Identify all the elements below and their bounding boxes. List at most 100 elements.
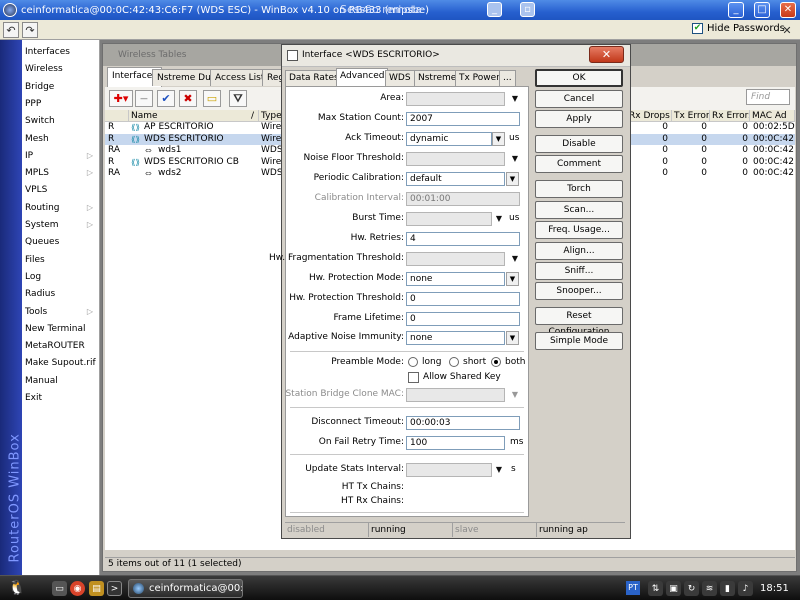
undo-icon[interactable]: ↶ xyxy=(3,22,19,38)
sidebar-item-ip[interactable]: IP ▷ xyxy=(25,149,97,163)
column-header-tx-errors[interactable]: Tx Errors xyxy=(672,110,710,122)
tab-wds[interactable]: WDS xyxy=(385,70,415,86)
sidebar-item-files[interactable]: Files xyxy=(25,253,97,267)
tab-tx-power[interactable]: Tx Power xyxy=(455,70,504,86)
noise-floor-threshold-field[interactable] xyxy=(406,152,505,166)
sidebar-item-routing[interactable]: Routing ▷ xyxy=(25,201,97,215)
disable-icon[interactable]: ✖ xyxy=(179,90,197,107)
disconnect-timeout-field[interactable]: 00:00:03 xyxy=(406,416,520,430)
sidebar-item-vpls[interactable]: VPLS xyxy=(25,183,97,197)
cancel-button[interactable]: Cancel xyxy=(535,90,623,108)
noise-floor-dropdown-icon[interactable]: ▼ xyxy=(510,154,520,164)
remote-restore-icon[interactable]: ▫ xyxy=(520,2,535,17)
frame-lifetime-field[interactable]: 0 xyxy=(406,312,520,326)
taskbar-winbox-item[interactable]: ceinformatica@00:0... xyxy=(128,579,243,598)
column-header-rx-errors[interactable]: Rx Errors xyxy=(710,110,750,122)
linux-start-icon[interactable]: 🐧 xyxy=(8,579,26,597)
torch-button[interactable]: Torch xyxy=(535,180,623,198)
burst-time-dropdown-icon[interactable]: ▼ xyxy=(494,214,504,224)
hw-protection-threshold-field[interactable]: 0 xyxy=(406,292,520,306)
battery-tray-icon[interactable]: ▮ xyxy=(720,581,735,596)
find-input[interactable]: Find xyxy=(746,89,790,105)
freq-usage-button[interactable]: Freq. Usage... xyxy=(535,221,623,239)
area-dropdown-icon[interactable]: ▼ xyxy=(510,94,520,104)
hide-passwords-toggle[interactable]: ✔ Hide Passwords xyxy=(692,23,785,34)
preamble-both-radio[interactable] xyxy=(491,357,501,367)
ok-button[interactable]: OK xyxy=(535,69,623,87)
snooper-button[interactable]: Snooper... xyxy=(535,282,623,300)
hw-protection-mode-dropdown-icon[interactable]: ▼ xyxy=(506,272,519,286)
burst-time-field[interactable] xyxy=(406,212,492,226)
tab-advanced[interactable]: Advanced xyxy=(336,68,389,87)
tab-nstreme[interactable]: Nstreme xyxy=(414,70,461,86)
periodic-calibration-field[interactable]: default xyxy=(406,172,505,186)
sidebar-item-new-terminal[interactable]: New Terminal xyxy=(25,322,97,336)
display-tray-icon[interactable]: ▣ xyxy=(666,581,681,596)
tab-more[interactable]: ... xyxy=(499,70,516,86)
sidebar-item-queues[interactable]: Queues xyxy=(25,235,97,249)
sidebar-item-ppp[interactable]: PPP xyxy=(25,97,97,111)
area-field[interactable] xyxy=(406,92,505,106)
preamble-long-radio[interactable] xyxy=(408,357,418,367)
language-indicator[interactable]: PT xyxy=(626,581,640,595)
sidebar-item-manual[interactable]: Manual xyxy=(25,374,97,388)
redo-icon[interactable]: ↷ xyxy=(22,22,38,38)
sidebar-item-interfaces[interactable]: Interfaces xyxy=(25,45,97,59)
adaptive-noise-immunity-dropdown-icon[interactable]: ▼ xyxy=(506,331,519,345)
hw-protection-mode-field[interactable]: none xyxy=(406,272,505,286)
files-icon[interactable]: ▤ xyxy=(89,581,104,596)
max-station-count-field[interactable]: 2007 xyxy=(406,112,520,126)
column-header-mac-address[interactable]: MAC Ad xyxy=(750,110,795,122)
scan-button[interactable]: Scan... xyxy=(535,201,623,219)
sidebar-item-mpls[interactable]: MPLS ▷ xyxy=(25,166,97,180)
allow-shared-key-checkbox[interactable] xyxy=(408,372,419,383)
comment-icon[interactable]: ▭ xyxy=(203,90,221,107)
ack-timeout-field[interactable]: dynamic xyxy=(406,132,492,146)
desktop-icon[interactable]: ▭ xyxy=(52,581,67,596)
update-stats-interval-field[interactable] xyxy=(406,463,492,477)
sidebar-item-switch[interactable]: Switch xyxy=(25,114,97,128)
column-header-rx-drops[interactable]: Rx Drops xyxy=(627,110,672,122)
toolbar-close-icon[interactable]: ✕ xyxy=(780,23,794,37)
sidebar-item-mesh[interactable]: Mesh xyxy=(25,132,97,146)
apply-button[interactable]: Apply xyxy=(535,110,623,128)
preamble-short-radio[interactable] xyxy=(449,357,459,367)
maximize-button[interactable]: □ xyxy=(754,2,770,18)
hw-retries-field[interactable]: 4 xyxy=(406,232,520,246)
browser-icon[interactable]: ◉ xyxy=(70,581,85,596)
tab-access-list[interactable]: Access List xyxy=(210,69,270,86)
on-fail-retry-time-field[interactable]: 100 xyxy=(406,436,505,450)
close-button[interactable]: ✕ xyxy=(780,2,796,18)
simple-mode-button[interactable]: Simple Mode xyxy=(535,332,623,350)
minimize-button[interactable]: _ xyxy=(728,2,744,18)
enable-icon[interactable]: ✔ xyxy=(157,90,175,107)
remote-minimize-icon[interactable]: _ xyxy=(487,2,502,17)
update-tray-icon[interactable]: ↻ xyxy=(684,581,699,596)
column-header-name[interactable]: Name / xyxy=(129,110,259,122)
hide-passwords-checkbox[interactable]: ✔ xyxy=(692,23,703,34)
sidebar-item-metarouter[interactable]: MetaROUTER xyxy=(25,339,97,353)
remove-icon[interactable]: − xyxy=(135,90,153,107)
column-header-type[interactable]: Type xyxy=(259,110,283,122)
network-tray-icon[interactable]: ⇅ xyxy=(648,581,663,596)
sidebar-item-radius[interactable]: Radius xyxy=(25,287,97,301)
reset-configuration-button[interactable]: Reset Configuration xyxy=(535,307,623,337)
sidebar-item-exit[interactable]: Exit xyxy=(25,391,97,405)
filter-icon[interactable]: ⛛ xyxy=(229,90,247,107)
comment-button[interactable]: Comment xyxy=(535,155,623,173)
sidebar-item-system[interactable]: System ▷ xyxy=(25,218,97,232)
hw-fragmentation-threshold-field[interactable] xyxy=(406,252,505,266)
sniff-button[interactable]: Sniff... xyxy=(535,262,623,280)
sidebar-item-bridge[interactable]: Bridge xyxy=(25,80,97,94)
tab-data-rates[interactable]: Data Rates xyxy=(285,70,343,86)
update-stats-interval-dropdown-icon[interactable]: ▼ xyxy=(494,465,504,475)
ack-timeout-dropdown-icon[interactable]: ▼ xyxy=(492,132,505,146)
sidebar-item-tools[interactable]: Tools ▷ xyxy=(25,305,97,319)
terminal-icon[interactable]: > xyxy=(107,581,122,596)
sidebar-item-log[interactable]: Log xyxy=(25,270,97,284)
add-icon[interactable]: ✚▾ xyxy=(109,90,133,107)
align-button[interactable]: Align... xyxy=(535,242,623,260)
periodic-calibration-dropdown-icon[interactable]: ▼ xyxy=(506,172,519,186)
adaptive-noise-immunity-field[interactable]: none xyxy=(406,331,505,345)
sidebar-item-wireless[interactable]: Wireless xyxy=(25,62,97,76)
